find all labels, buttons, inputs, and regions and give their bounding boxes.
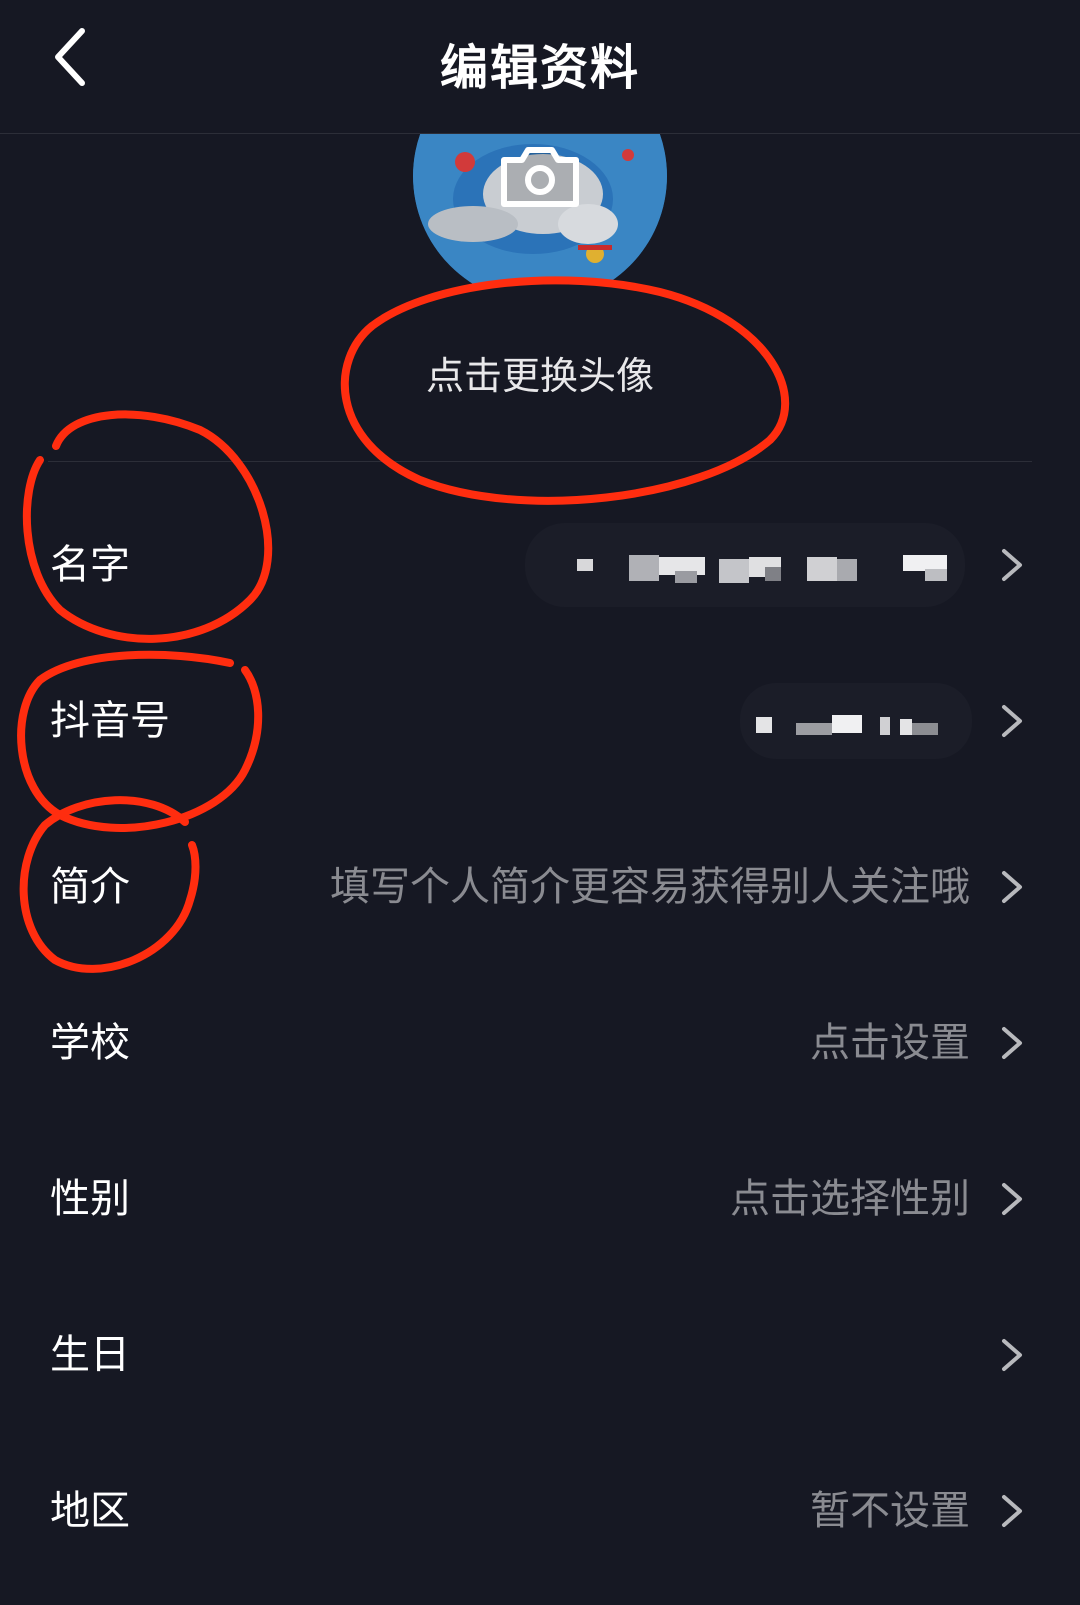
region-label: 地区 [50, 1488, 130, 1534]
school-value: 点击设置 [810, 1020, 970, 1066]
bio-label: 简介 [50, 864, 130, 910]
region-value: 暂不设置 [810, 1488, 970, 1534]
bio-row[interactable]: 简介 填写个人简介更容易获得别人关注哦 [0, 827, 1080, 947]
birthday-label: 生日 [50, 1332, 130, 1378]
bio-value: 填写个人简介更容易获得别人关注哦 [330, 864, 970, 910]
name-row[interactable]: 名字 [0, 505, 1080, 625]
page-title: 编辑资料 [439, 40, 640, 96]
douyin-id-value-obscured [740, 661, 980, 781]
chevron-right-icon [1002, 1183, 1022, 1215]
name-label: 名字 [50, 542, 130, 588]
chevron-right-icon [1002, 1027, 1022, 1059]
avatar-area [0, 134, 1080, 284]
top-bar: 编辑资料 [0, 0, 1080, 134]
gender-label: 性别 [50, 1176, 130, 1222]
chevron-right-icon [1002, 1495, 1022, 1527]
region-row[interactable]: 地区 暂不设置 [0, 1451, 1080, 1571]
chevron-right-icon [1002, 705, 1022, 737]
douyin-id-row[interactable]: 抖音号 [0, 661, 1080, 781]
change-avatar-label[interactable]: 点击更换头像 [0, 345, 1080, 400]
gender-row[interactable]: 性别 点击选择性别 [0, 1139, 1080, 1259]
school-label: 学校 [50, 1020, 130, 1066]
douyin-id-label: 抖音号 [50, 698, 170, 744]
school-row[interactable]: 学校 点击设置 [0, 983, 1080, 1103]
chevron-right-icon [1002, 1339, 1022, 1371]
gender-value: 点击选择性别 [730, 1176, 970, 1222]
section-divider [48, 461, 1032, 462]
birthday-row[interactable]: 生日 [0, 1295, 1080, 1415]
name-value-obscured [525, 505, 975, 625]
chevron-right-icon [1002, 549, 1022, 581]
chevron-right-icon [1002, 871, 1022, 903]
camera-icon [501, 147, 579, 207]
